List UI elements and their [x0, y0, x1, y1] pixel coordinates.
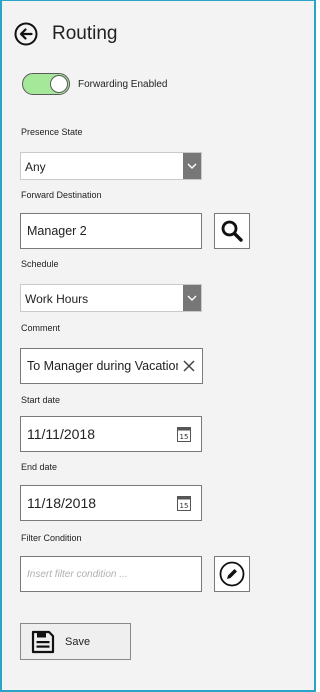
- forward-destination-field[interactable]: Manager 2: [20, 213, 202, 249]
- comment-field[interactable]: To Manager during Vacation: [20, 348, 203, 384]
- forwarding-toggle[interactable]: [22, 73, 70, 95]
- save-icon: [31, 630, 55, 653]
- forward-destination-label: Forward Destination: [21, 190, 102, 200]
- presence-state-label: Presence State: [21, 127, 83, 137]
- routing-panel: Routing Forwarding Enabled Presence Stat…: [0, 0, 316, 692]
- schedule-label: Schedule: [21, 259, 59, 269]
- forward-destination-value: Manager 2: [27, 224, 87, 238]
- end-date-field[interactable]: 11/18/2018 15: [20, 485, 202, 521]
- page-title: Routing: [52, 23, 118, 44]
- save-button[interactable]: Save: [20, 623, 131, 660]
- end-date-value: 11/18/2018: [27, 495, 97, 511]
- header: Routing: [14, 21, 118, 47]
- forwarding-toggle-row: Forwarding Enabled: [22, 73, 168, 95]
- svg-text:15: 15: [180, 433, 189, 441]
- schedule-select[interactable]: Work Hours: [20, 284, 202, 312]
- filter-condition-label: Filter Condition: [21, 533, 82, 543]
- chevron-down-icon[interactable]: [183, 285, 201, 311]
- save-label: Save: [65, 635, 91, 648]
- start-date-value: 11/11/2018: [27, 426, 95, 442]
- presence-state-select[interactable]: Any: [20, 152, 202, 180]
- comment-value: To Manager during Vacation: [27, 359, 178, 373]
- start-date-field[interactable]: 11/11/2018 15: [20, 416, 202, 452]
- svg-text:15: 15: [180, 502, 189, 510]
- presence-state-value: Any: [25, 160, 46, 174]
- filter-condition-placeholder: Insert filter condition ...: [27, 569, 128, 580]
- chevron-down-icon[interactable]: [183, 153, 201, 179]
- pencil-icon: [219, 561, 245, 587]
- search-icon: [221, 220, 243, 242]
- forwarding-label: Forwarding Enabled: [78, 78, 168, 90]
- comment-label: Comment: [21, 323, 61, 333]
- end-date-label: End date: [21, 462, 58, 472]
- toggle-knob: [50, 75, 68, 93]
- search-button[interactable]: [214, 213, 250, 249]
- start-date-label: Start date: [21, 395, 61, 405]
- filter-condition-field[interactable]: Insert filter condition ...: [20, 556, 202, 592]
- schedule-value: Work Hours: [25, 292, 89, 306]
- edit-filter-button[interactable]: [214, 556, 250, 592]
- calendar-icon[interactable]: 15: [177, 426, 191, 442]
- clear-icon[interactable]: [182, 359, 196, 373]
- back-arrow-icon[interactable]: [14, 22, 38, 46]
- calendar-icon[interactable]: 15: [177, 495, 191, 511]
